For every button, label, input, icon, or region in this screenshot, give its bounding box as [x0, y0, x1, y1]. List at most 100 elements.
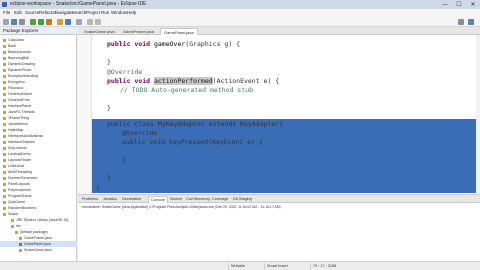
project-icon	[3, 110, 6, 114]
status-writable: Writable	[228, 263, 247, 270]
maximize-button[interactable]: ☐	[452, 0, 466, 9]
new-class-icon[interactable]	[65, 19, 71, 25]
tab-gameframe[interactable]: GameFrame.java	[120, 28, 157, 35]
tab-console[interactable]: Console	[148, 196, 168, 203]
code-editor[interactable]: public void gameOver(Graphics g) { } @Ov…	[78, 35, 480, 194]
code-line: }	[107, 104, 111, 112]
menu-project[interactable]: Project	[86, 9, 100, 17]
console-view[interactable]: <terminated> SnakeGame [Java Application…	[78, 203, 480, 261]
menu-navigate[interactable]: Navigate	[55, 9, 73, 17]
tree-item-label: DynamicPhoto	[8, 68, 32, 72]
new-icon[interactable]	[3, 19, 9, 25]
tree-item-label: LinkedList	[8, 164, 25, 168]
save-icon[interactable]	[11, 19, 17, 25]
project-icon	[3, 188, 6, 192]
tree-item-label: (default package)	[20, 230, 48, 234]
menu-source[interactable]: Source	[25, 9, 39, 17]
method-name: gameOver	[153, 40, 186, 48]
code-text: (ActionEvent e) {	[212, 77, 280, 85]
menu-help[interactable]: Help	[127, 9, 136, 17]
tree-item-label: ProgramGame	[8, 194, 32, 198]
external-tools-icon[interactable]	[46, 19, 52, 25]
editor-scrollbar[interactable]	[476, 35, 480, 194]
new-package-icon[interactable]	[57, 19, 63, 25]
tab-snakegame[interactable]: SnakeGame.java	[81, 28, 118, 35]
close-button[interactable]: ✕	[466, 0, 480, 9]
project-icon	[3, 44, 6, 48]
project-icon	[3, 128, 6, 132]
debug-icon[interactable]	[30, 19, 36, 25]
project-icon	[3, 56, 6, 60]
code-line: // TODO Auto-generated method stub	[120, 85, 253, 95]
main-toolbar	[0, 17, 480, 27]
tree-item-label: ExceptionHandling	[8, 74, 38, 78]
project-icon	[3, 62, 6, 66]
tab-problems[interactable]: Problems	[82, 196, 98, 203]
search-icon[interactable]	[76, 19, 82, 25]
project-icon	[3, 50, 6, 54]
tree-item-label: LayoutsFlower	[8, 158, 32, 162]
menu-window[interactable]: Window	[111, 9, 127, 17]
tree-item[interactable]: SnakeGame.java	[0, 247, 77, 253]
run-icon[interactable]	[38, 19, 44, 25]
code-line: }	[96, 184, 100, 192]
save-all-icon[interactable]	[19, 19, 25, 25]
tab-declaration[interactable]: Declaration	[122, 196, 141, 203]
tree-item-label: InterfacesAndAbstract	[8, 134, 44, 138]
tab-coverage[interactable]: Coverage	[212, 196, 228, 203]
console-tabs: Problems Javadoc Declaration Console Sea…	[78, 194, 480, 203]
tab-javadoc[interactable]: Javadoc	[103, 196, 117, 203]
tree-item-label: JFrameThing	[8, 116, 30, 120]
tree-item-label: NumberGenerator	[8, 176, 37, 180]
tab-git-staging[interactable]: Git Staging	[233, 196, 252, 203]
status-insert-mode: Smart Insert	[264, 263, 290, 270]
forward-icon[interactable]	[95, 19, 101, 25]
project-icon	[3, 104, 6, 108]
tree-item-label: src	[16, 224, 21, 228]
tree-item-label: LambdaDemo	[8, 152, 31, 156]
comment: // TODO Auto-generated method stub	[120, 86, 254, 94]
code-text: (Graphics g) {	[185, 40, 241, 48]
project-icon	[3, 68, 6, 72]
menu-file[interactable]: File	[3, 9, 10, 17]
title-bar: eclipse-workspace - Snake/src/GamePanel.…	[0, 0, 480, 9]
code-line: }	[107, 58, 111, 66]
tree-item-label: JavaMethod	[8, 122, 28, 126]
keyword: public void	[107, 40, 154, 48]
package-explorer: Package Explorer Calculator Bank BankAccou…	[0, 27, 77, 261]
keyword: public void	[107, 77, 154, 85]
java-perspective-icon[interactable]	[468, 19, 474, 25]
menu-bar: File Edit Source Refactor Navigate Searc…	[0, 9, 480, 17]
code-line-selected: public void keyPressed(KeyEvent e) {	[122, 138, 263, 146]
tab-call-hierarchy[interactable]: Call Hierarchy	[186, 196, 210, 203]
project-icon	[3, 134, 6, 138]
tab-search[interactable]: Search	[170, 196, 182, 203]
project-icon	[11, 218, 14, 222]
open-perspective-icon[interactable]	[458, 19, 464, 25]
project-icon	[3, 86, 6, 90]
menu-run[interactable]: Run	[101, 9, 109, 17]
project-icon	[3, 200, 6, 204]
tree-item-label: HashMap	[8, 128, 24, 132]
tree-item-label: GamePanel.java	[24, 242, 51, 246]
menu-refactor[interactable]: Refactor	[39, 9, 56, 17]
project-icon	[3, 146, 6, 150]
project-icon	[3, 212, 6, 216]
project-icon	[3, 140, 6, 144]
package-explorer-tab[interactable]: Package Explorer	[0, 27, 77, 35]
project-icon	[3, 38, 6, 42]
tree-item-label: JavaFX-Threads	[8, 110, 35, 114]
back-icon[interactable]	[87, 19, 93, 25]
menu-search[interactable]: Search	[72, 9, 86, 17]
minimize-button[interactable]: —	[438, 0, 452, 9]
project-icon	[3, 98, 6, 102]
tab-gamepanel[interactable]: GamePanel.java	[160, 28, 198, 35]
project-icon	[11, 224, 14, 228]
tree-item-label: InterfacePanel	[8, 104, 32, 108]
project-icon	[3, 194, 6, 198]
project-icon	[3, 74, 6, 78]
tree-item-label: SnakeGame.java	[24, 248, 52, 252]
project-icon	[19, 248, 22, 252]
menu-edit[interactable]: Edit	[14, 9, 22, 17]
project-icon	[3, 206, 6, 210]
